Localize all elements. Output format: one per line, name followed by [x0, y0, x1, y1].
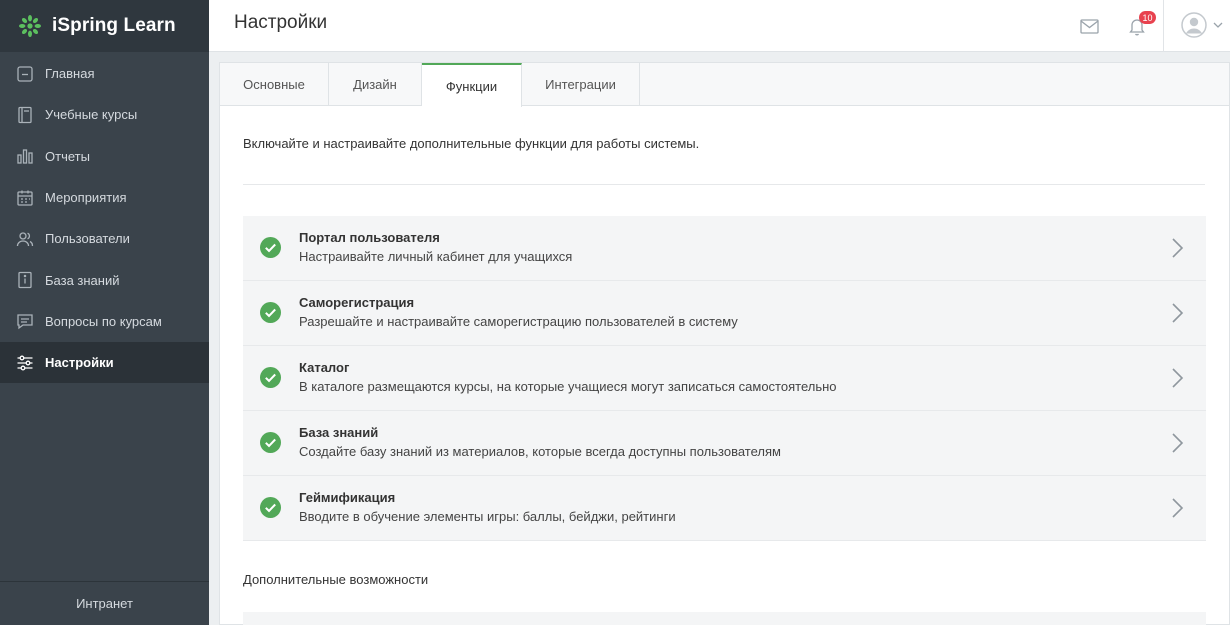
chevron-right-icon	[1172, 303, 1184, 323]
settings-tabs: Основные Дизайн Функции Интеграции	[220, 63, 1229, 107]
sidebar-item-course-questions[interactable]: Вопросы по курсам	[0, 301, 209, 342]
sidebar-item-courses[interactable]: Учебные курсы	[0, 94, 209, 135]
feature-description: Вводите в обучение элементы игры: баллы,…	[299, 509, 676, 524]
sidebar-item-label: Вопросы по курсам	[45, 313, 162, 329]
user-menu-button[interactable]	[1181, 12, 1223, 38]
sidebar-item-users[interactable]: Пользователи	[0, 218, 209, 259]
book-icon	[15, 105, 35, 125]
tab-design[interactable]: Дизайн	[329, 63, 422, 106]
sidebar-item-home[interactable]: Главная	[0, 53, 209, 94]
chat-icon	[15, 311, 35, 331]
ispring-logo-icon	[19, 15, 41, 37]
check-circle-icon	[260, 367, 281, 388]
check-circle-icon	[260, 302, 281, 323]
extra-features-heading: Дополнительные возможности	[243, 572, 429, 587]
sidebar-nav: Главная Учебные курсы Отчеты Мероприятия…	[0, 53, 209, 384]
sidebar-item-label: Пользователи	[45, 231, 130, 247]
feature-description: Настраивайте личный кабинет для учащихся	[299, 249, 573, 264]
sidebar-item-label: Настройки	[45, 355, 114, 371]
notification-count-badge: 10	[1139, 11, 1156, 24]
chevron-right-icon	[1172, 498, 1184, 518]
check-circle-icon	[260, 432, 281, 453]
tab-features[interactable]: Функции	[422, 63, 522, 107]
bar-chart-icon	[15, 146, 35, 166]
tab-general[interactable]: Основные	[220, 63, 329, 106]
sidebar-item-label: Учебные курсы	[45, 107, 138, 123]
feature-title: База знаний	[299, 425, 379, 440]
home-icon	[15, 64, 35, 84]
extra-features-list	[243, 612, 1206, 625]
intro-text: Включайте и настраивайте дополнительные …	[243, 136, 700, 151]
sidebar-item-settings[interactable]: Настройки	[0, 342, 209, 384]
topbar-divider	[1163, 0, 1164, 52]
sidebar: iSpring Learn Главная Учебные курсы Отче…	[0, 0, 209, 625]
tab-integrations[interactable]: Интеграции	[522, 63, 640, 106]
feature-user-portal[interactable]: Портал пользователя Настраивайте личный …	[243, 216, 1206, 281]
chevron-down-icon	[1213, 22, 1223, 28]
check-circle-icon	[260, 497, 281, 518]
messages-button[interactable]	[1078, 15, 1100, 37]
knowledge-icon	[15, 270, 35, 290]
avatar-icon	[1181, 12, 1207, 38]
feature-description: Разрешайте и настраивайте саморегистраци…	[299, 314, 738, 329]
feature-title: Каталог	[299, 360, 350, 375]
features-list: Портал пользователя Настраивайте личный …	[243, 216, 1206, 541]
sidebar-item-label: Отчеты	[45, 148, 90, 164]
sliders-icon	[15, 353, 35, 373]
feature-title: Геймификация	[299, 490, 396, 505]
sidebar-item-label: База знаний	[45, 272, 120, 288]
mail-icon	[1079, 18, 1099, 34]
topbar: Настройки 10	[209, 0, 1230, 52]
sidebar-item-knowledge-base[interactable]: База знаний	[0, 259, 209, 300]
users-icon	[15, 229, 35, 249]
feature-self-registration[interactable]: Саморегистрация Разрешайте и настраивайт…	[243, 281, 1206, 346]
chevron-right-icon	[1172, 238, 1184, 258]
brand-name: iSpring Learn	[52, 15, 176, 36]
feature-title: Саморегистрация	[299, 295, 415, 310]
intranet-link[interactable]: Интранет	[0, 581, 209, 625]
chevron-right-icon	[1172, 433, 1184, 453]
page-title: Настройки	[234, 12, 328, 33]
feature-title: Портал пользователя	[299, 230, 440, 245]
settings-panel: Основные Дизайн Функции Интеграции Включ…	[219, 62, 1230, 625]
brand[interactable]: iSpring Learn	[0, 0, 209, 52]
feature-knowledge-base[interactable]: База знаний Создайте базу знаний из мате…	[243, 411, 1206, 476]
feature-gamification[interactable]: Геймификация Вводите в обучение элементы…	[243, 476, 1206, 541]
sidebar-item-events[interactable]: Мероприятия	[0, 177, 209, 218]
feature-description: Создайте базу знаний из материалов, кото…	[299, 444, 781, 459]
sidebar-item-reports[interactable]: Отчеты	[0, 136, 209, 177]
feature-description: В каталоге размещаются курсы, на которые…	[299, 379, 837, 394]
check-circle-icon	[260, 237, 281, 258]
chevron-right-icon	[1172, 368, 1184, 388]
sidebar-item-label: Мероприятия	[45, 190, 127, 206]
divider	[243, 184, 1205, 185]
sidebar-item-label: Главная	[45, 66, 95, 82]
feature-catalog[interactable]: Каталог В каталоге размещаются курсы, на…	[243, 346, 1206, 411]
calendar-icon	[15, 188, 35, 208]
